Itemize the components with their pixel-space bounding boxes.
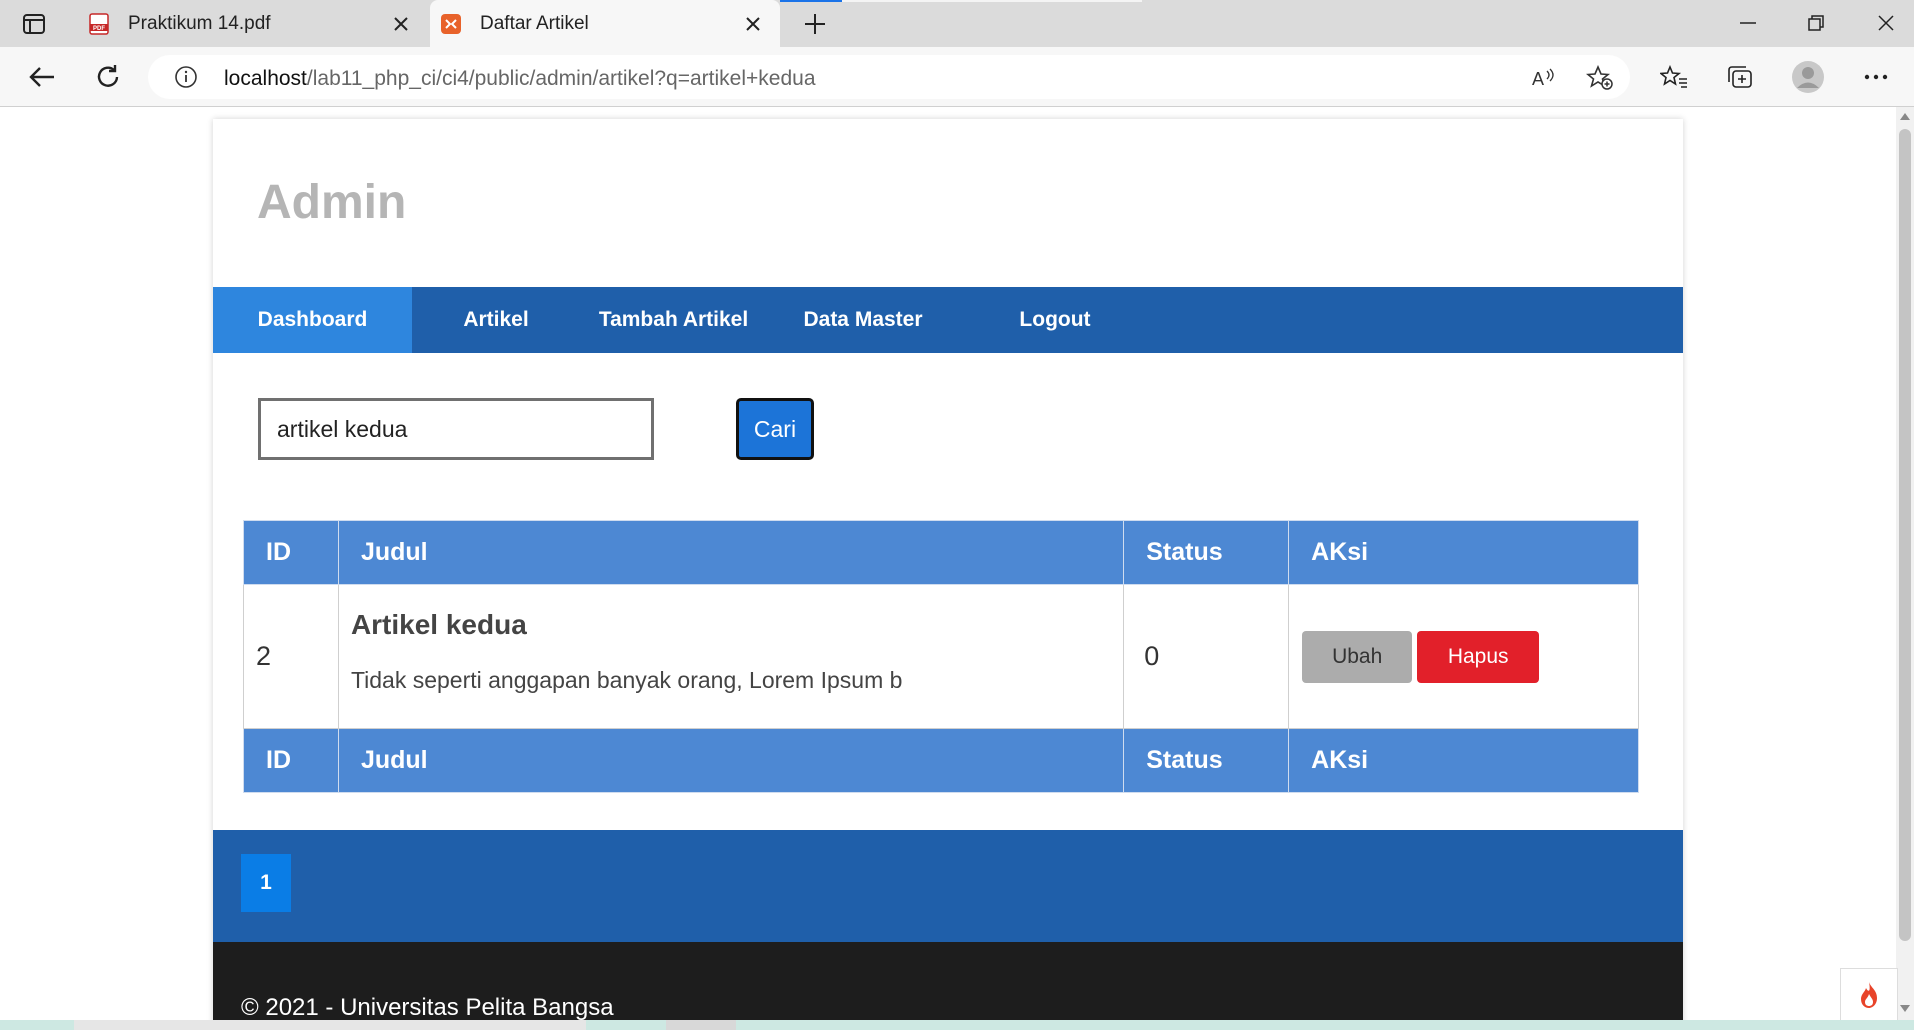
address-bar[interactable]: localhost/lab11_php_ci/ci4/public/admin/…: [148, 55, 1630, 99]
url-host: localhost: [224, 67, 307, 90]
site-info-icon[interactable]: [174, 65, 198, 89]
scroll-thumb[interactable]: [1899, 129, 1911, 941]
more-menu-icon[interactable]: [1858, 59, 1894, 95]
article-excerpt: Tidak seperti anggapan banyak orang, Lor…: [350, 667, 903, 693]
back-arrow-icon[interactable]: [24, 59, 60, 95]
favorites-icon[interactable]: [1656, 59, 1692, 95]
browser-tab-bar: PDF Praktikum 14.pdf Daftar Artikel: [0, 0, 1914, 47]
nav-item-logout[interactable]: Logout: [959, 287, 1151, 353]
close-window-icon[interactable]: [1866, 8, 1906, 38]
footer-copyright: © 2021 - Universitas Pelita Bangsa: [241, 994, 614, 1020]
cell-id: 2: [243, 584, 339, 729]
vertical-scrollbar[interactable]: [1896, 107, 1914, 1020]
page-title: Admin: [257, 176, 407, 229]
edit-button[interactable]: Ubah: [1302, 630, 1413, 683]
table-row: 2 Artikel kedua Tidak seperti anggapan b…: [243, 584, 1639, 729]
column-header-aksi: AKsi: [1288, 520, 1639, 585]
url-text[interactable]: localhost/lab11_php_ci/ci4/public/admin/…: [224, 67, 816, 91]
browser-toolbar: localhost/lab11_php_ci/ci4/public/admin/…: [0, 47, 1914, 107]
minimize-icon[interactable]: [1728, 8, 1768, 38]
pdf-icon: PDF: [88, 12, 110, 35]
column-header-id: ID: [243, 520, 339, 585]
svg-text:A: A: [1532, 69, 1544, 89]
read-aloud-icon[interactable]: A: [1530, 65, 1558, 91]
tab-title: Praktikum 14.pdf: [128, 12, 271, 34]
pagination-bar: 1: [213, 830, 1683, 942]
scroll-up-arrow-icon[interactable]: [1900, 113, 1910, 120]
page-link-current[interactable]: 1: [241, 854, 291, 912]
article-title: Artikel kedua: [350, 609, 527, 640]
admin-container: Admin Dashboard Artikel Tambah Artikel D…: [213, 119, 1683, 1020]
close-icon[interactable]: [388, 11, 414, 37]
cell-judul: Artikel kedua Tidak seperti anggapan ban…: [337, 584, 1125, 729]
collections-icon[interactable]: [1722, 59, 1758, 95]
debug-toolbar-button[interactable]: [1840, 968, 1898, 1022]
close-icon[interactable]: [740, 11, 766, 37]
nav-item-data-master[interactable]: Data Master: [767, 287, 959, 353]
footer-header-judul: Judul: [337, 728, 1125, 793]
tab-daftar-artikel[interactable]: Daftar Artikel: [430, 0, 780, 47]
article-table: ID Judul Status AKsi 2 Artikel kedua Tid…: [243, 520, 1639, 793]
new-tab-plus-icon[interactable]: [800, 9, 830, 39]
site-footer: © 2021 - Universitas Pelita Bangsa: [213, 942, 1683, 1020]
footer-header-aksi: AKsi: [1288, 728, 1639, 793]
nav-item-dashboard[interactable]: Dashboard: [213, 287, 412, 353]
nav-item-artikel[interactable]: Artikel: [412, 287, 580, 353]
cell-aksi: Ubah Hapus: [1288, 584, 1639, 729]
refresh-icon[interactable]: [90, 59, 126, 95]
profile-avatar-icon[interactable]: [1790, 59, 1826, 95]
taskbar-segment: [666, 1020, 736, 1030]
column-header-status: Status: [1123, 520, 1290, 585]
taskbar-segment: [74, 1020, 586, 1030]
cell-status: 0: [1123, 584, 1290, 729]
table-header-row: ID Judul Status AKsi: [243, 520, 1639, 585]
restore-icon[interactable]: [1796, 8, 1836, 38]
footer-header-status: Status: [1123, 728, 1290, 793]
scroll-down-arrow-icon[interactable]: [1900, 1005, 1910, 1012]
loading-indicator: [780, 0, 842, 2]
column-header-judul: Judul: [337, 520, 1125, 585]
url-path: /lab11_php_ci/ci4/public/admin/artikel?q…: [306, 67, 816, 90]
add-favorite-icon[interactable]: [1586, 65, 1614, 91]
taskbar-strip: [0, 1020, 1914, 1030]
main-nav: Dashboard Artikel Tambah Artikel Data Ma…: [213, 287, 1683, 353]
codeigniter-icon: [440, 13, 462, 35]
svg-text:PDF: PDF: [93, 26, 105, 32]
table-footer-row: ID Judul Status AKsi: [243, 728, 1639, 793]
tab-actions-icon[interactable]: [16, 10, 52, 38]
tab-praktikum-pdf[interactable]: PDF Praktikum 14.pdf: [78, 0, 428, 47]
page-viewport: Admin Dashboard Artikel Tambah Artikel D…: [0, 107, 1896, 1020]
flame-icon: [1861, 982, 1877, 1008]
footer-header-id: ID: [243, 728, 339, 793]
search-input[interactable]: [258, 398, 654, 460]
tab-title: Daftar Artikel: [480, 12, 589, 34]
search-button[interactable]: Cari: [736, 398, 814, 460]
tab-strip-highlight: [842, 0, 1142, 2]
delete-button[interactable]: Hapus: [1417, 630, 1540, 683]
nav-item-tambah-artikel[interactable]: Tambah Artikel: [580, 287, 767, 353]
